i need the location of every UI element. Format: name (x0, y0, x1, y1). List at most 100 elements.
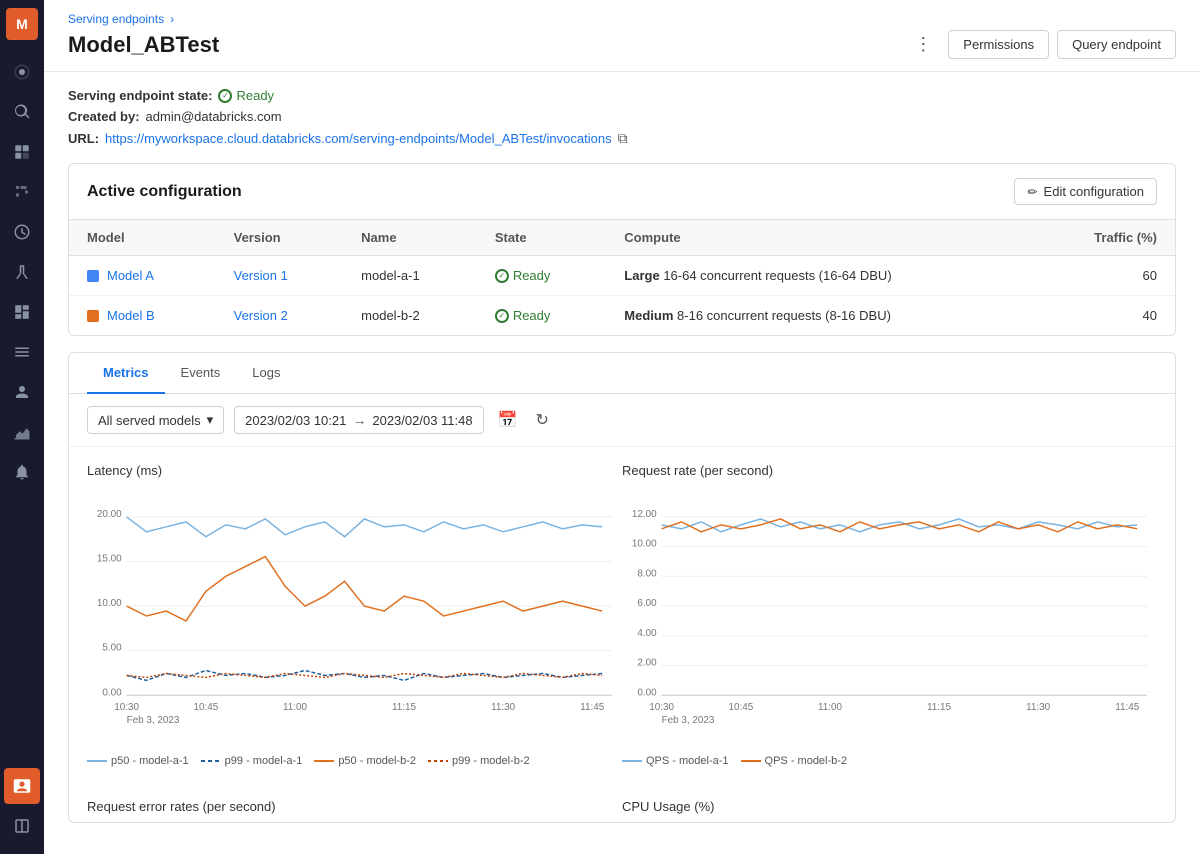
state-label: Serving endpoint state: (68, 88, 212, 103)
sidebar-item-workflow[interactable] (4, 174, 40, 210)
sidebar-item-people[interactable] (4, 374, 40, 410)
legend-line-p99-a (201, 760, 221, 762)
svg-text:10:45: 10:45 (729, 702, 754, 713)
sidebar-item-data[interactable] (4, 134, 40, 170)
tab-logs[interactable]: Logs (236, 353, 296, 394)
metrics-section: Metrics Events Logs All served models ▾ … (68, 352, 1176, 823)
breadcrumb-parent[interactable]: Serving endpoints (68, 12, 164, 26)
legend-line-qps-b (741, 760, 761, 762)
sidebar-item-alert[interactable] (4, 454, 40, 490)
url-value: https://myworkspace.cloud.databricks.com… (105, 131, 612, 146)
cell-version: Version 1 (216, 256, 344, 296)
version-link[interactable]: Version 1 (234, 268, 288, 283)
edit-config-button[interactable]: ✏ Edit configuration (1014, 178, 1157, 205)
col-version: Version (216, 220, 344, 256)
calendar-icon[interactable]: 📅 (494, 406, 522, 434)
active-config-section: Active configuration ✏ Edit configuratio… (68, 163, 1176, 336)
table-row: Model A Version 1 model-a-1 Ready Large … (69, 256, 1175, 296)
legend-p99-b: p99 - model-b-2 (428, 755, 530, 767)
created-by-value: admin@databricks.com (146, 109, 282, 124)
sidebar-item-home[interactable] (4, 54, 40, 90)
latency-title: Latency (ms) (87, 463, 622, 478)
svg-text:Feb 3, 2023: Feb 3, 2023 (127, 715, 180, 726)
permissions-button[interactable]: Permissions (948, 30, 1049, 59)
request-rate-svg: 12.00 10.00 8.00 6.00 4.00 2.00 0.00 (622, 486, 1157, 746)
sidebar: M (0, 0, 44, 854)
latency-chart: Latency (ms) 20.00 15.00 10.00 5.00 0.00 (87, 463, 622, 783)
cell-model: Model B (69, 296, 216, 336)
created-by-row: Created by: admin@databricks.com (68, 109, 1176, 124)
main-content: Serving endpoints › Model_ABTest ⋮ Permi… (44, 0, 1200, 854)
col-model: Model (69, 220, 216, 256)
request-rate-title: Request rate (per second) (622, 463, 1157, 478)
url-label: URL: (68, 131, 99, 146)
model-filter[interactable]: All served models ▾ (87, 406, 224, 434)
sidebar-item-feature[interactable] (4, 294, 40, 330)
copy-icon[interactable]: ⧉ (618, 130, 628, 147)
cell-traffic: 40 (1035, 296, 1175, 336)
sidebar-item-search[interactable] (4, 94, 40, 130)
svg-text:Feb 3, 2023: Feb 3, 2023 (662, 715, 715, 726)
svg-text:5.00: 5.00 (102, 643, 122, 654)
url-container: https://myworkspace.cloud.databricks.com… (105, 130, 628, 147)
request-rate-legend: QPS - model-a-1 QPS - model-b-2 (622, 755, 1157, 767)
charts-grid: Latency (ms) 20.00 15.00 10.00 5.00 0.00 (69, 447, 1175, 799)
sidebar-item-panel[interactable] (4, 808, 40, 844)
query-endpoint-button[interactable]: Query endpoint (1057, 30, 1176, 59)
date-range[interactable]: 2023/02/03 10:21 → 2023/02/03 11:48 (234, 406, 483, 434)
svg-text:6.00: 6.00 (637, 598, 657, 609)
content-area: Serving endpoint state: Ready Created by… (44, 72, 1200, 854)
sidebar-item-list[interactable] (4, 334, 40, 370)
svg-text:11:45: 11:45 (580, 702, 605, 713)
chevron-down-icon: ▾ (207, 412, 214, 428)
svg-text:10.00: 10.00 (97, 598, 122, 609)
legend-line-qps-a (622, 760, 642, 762)
svg-text:4.00: 4.00 (637, 628, 657, 639)
date-start: 2023/02/03 10:21 (245, 413, 346, 428)
version-link[interactable]: Version 2 (234, 308, 288, 323)
legend-qps-a: QPS - model-a-1 (622, 755, 729, 767)
model-color-indicator (87, 270, 99, 282)
kebab-menu-button[interactable]: ⋮ (906, 30, 940, 59)
tab-events[interactable]: Events (165, 353, 237, 394)
sidebar-item-clock[interactable] (4, 214, 40, 250)
sidebar-logo[interactable]: M (6, 8, 38, 40)
svg-text:10.00: 10.00 (632, 539, 657, 550)
page-title-row: Model_ABTest ⋮ Permissions Query endpoin… (68, 30, 1176, 71)
request-rate-chart: Request rate (per second) 12.00 10.00 8.… (622, 463, 1157, 783)
cell-name: model-a-1 (343, 256, 477, 296)
tab-metrics[interactable]: Metrics (87, 353, 165, 394)
svg-text:10:45: 10:45 (194, 702, 219, 713)
col-traffic: Traffic (%) (1035, 220, 1175, 256)
svg-text:2.00: 2.00 (637, 658, 657, 669)
sidebar-item-experiment[interactable] (4, 254, 40, 290)
legend-p99-a: p99 - model-a-1 (201, 755, 303, 767)
legend-p50-a: p50 - model-a-1 (87, 755, 189, 767)
svg-text:0.00: 0.00 (637, 687, 657, 698)
page-title: Model_ABTest (68, 32, 219, 58)
svg-text:10:30: 10:30 (649, 702, 674, 713)
col-state: State (477, 220, 606, 256)
col-compute: Compute (606, 220, 1035, 256)
model-link[interactable]: Model B (107, 308, 155, 323)
latency-svg: 20.00 15.00 10.00 5.00 0.00 (87, 486, 622, 746)
table-header-row: Model Version Name State Compute Traffic… (69, 220, 1175, 256)
svg-text:15.00: 15.00 (97, 554, 122, 565)
state-row: Serving endpoint state: Ready (68, 88, 1176, 103)
model-color-indicator (87, 310, 99, 322)
sidebar-item-serving[interactable] (4, 768, 40, 804)
legend-line-p50-b (314, 760, 334, 762)
col-name: Name (343, 220, 477, 256)
svg-text:8.00: 8.00 (637, 568, 657, 579)
sidebar-item-graph[interactable] (4, 414, 40, 450)
cell-traffic: 60 (1035, 256, 1175, 296)
svg-text:11:00: 11:00 (818, 702, 843, 713)
refresh-icon[interactable]: ↻ (532, 406, 553, 434)
model-link[interactable]: Model A (107, 268, 154, 283)
legend-line-p50-a (87, 760, 107, 762)
section-title: Active configuration (87, 183, 242, 201)
url-row: URL: https://myworkspace.cloud.databrick… (68, 130, 1176, 147)
table-row: Model B Version 2 model-b-2 Ready Medium… (69, 296, 1175, 336)
svg-text:11:15: 11:15 (392, 702, 417, 713)
svg-text:11:15: 11:15 (927, 702, 952, 713)
